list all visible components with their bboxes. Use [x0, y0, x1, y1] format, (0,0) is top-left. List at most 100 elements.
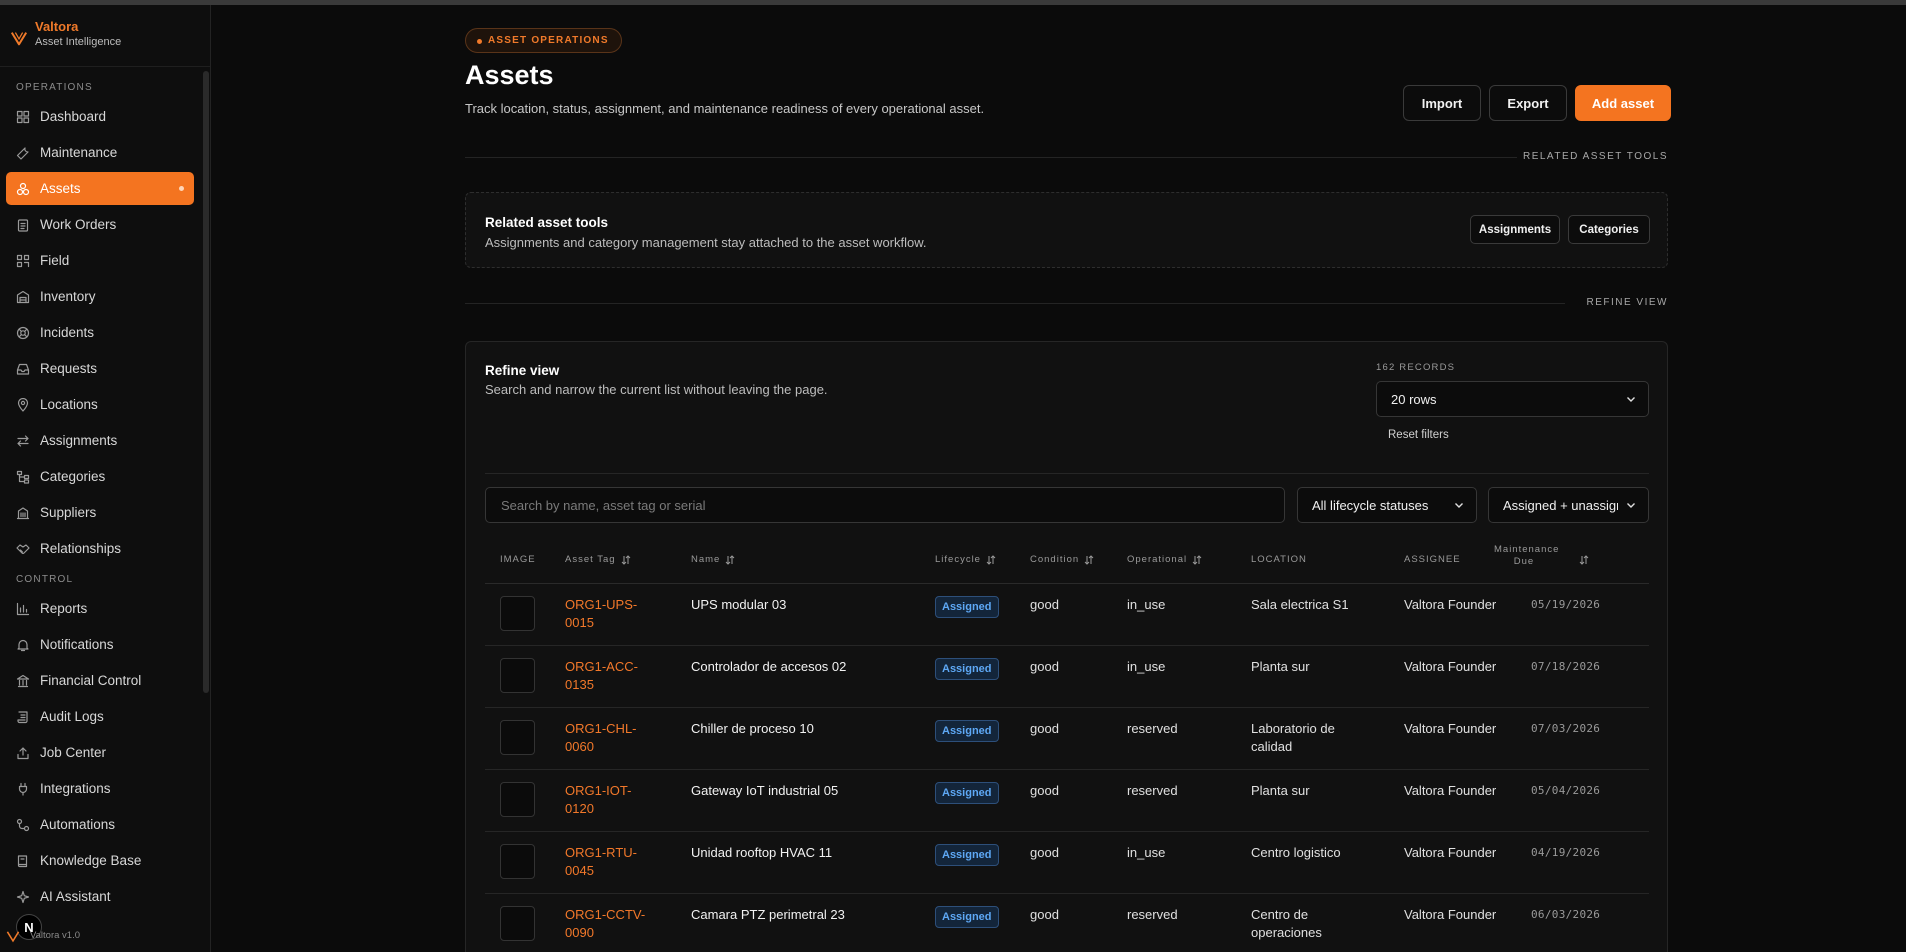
table-row[interactable]: ORG1-CCTV-0090 Camara PTZ perimetral 23 As…	[485, 894, 1649, 952]
sidebar-item-label: Knowledge Base	[40, 853, 142, 868]
column-header-maintenance-due[interactable]: Maintenance Due	[1494, 544, 1558, 568]
categories-button[interactable]: Categories	[1568, 215, 1650, 244]
table-row[interactable]: ORG1-RTU-0045 Unidad rooftop HVAC 11 Assig…	[485, 832, 1649, 894]
sidebar-item-assets[interactable]: Assets	[6, 172, 194, 205]
assignment-filter-select[interactable]: Assigned + unassigned	[1488, 487, 1649, 523]
asset-tag-link[interactable]: ORG1-CHL-0060	[565, 720, 655, 756]
sidebar-item-automations[interactable]: Automations	[6, 808, 194, 841]
search-input[interactable]	[485, 487, 1285, 523]
operational-value: in_use	[1127, 659, 1166, 674]
asset-tag-link[interactable]: ORG1-UPS-0015	[565, 596, 655, 632]
sidebar-item-label: Incidents	[40, 325, 95, 340]
asset-image-placeholder	[500, 782, 535, 817]
sidebar-item-requests[interactable]: Requests	[6, 352, 194, 385]
sidebar-item-categories[interactable]: Categories	[6, 460, 194, 493]
column-header-asset-tag[interactable]: Asset Tag	[565, 554, 631, 565]
sort-icon[interactable]	[986, 554, 996, 565]
maintenance-due-value: 07/03/2026	[1531, 722, 1601, 735]
table-row[interactable]: ORG1-ACC-0135 Controlador de accesos 02 As…	[485, 646, 1649, 708]
asset-tag-link[interactable]: ORG1-CCTV-0090	[565, 906, 655, 942]
lifecycle-badge: Assigned	[935, 720, 999, 742]
export-button[interactable]: Export	[1489, 85, 1567, 121]
column-header-condition[interactable]: Condition	[1030, 554, 1094, 565]
sidebar-item-knowledge-base[interactable]: Knowledge Base	[6, 844, 194, 877]
clipboard-icon	[16, 218, 30, 232]
table-row[interactable]: ORG1-IOT-0120 Gateway IoT industrial 05 As…	[485, 770, 1649, 832]
sidebar-item-incidents[interactable]: Incidents	[6, 316, 194, 349]
lifebuoy-icon	[16, 326, 30, 340]
table-row[interactable]: ORG1-UPS-0015 UPS modular 03 Assigned good i…	[485, 584, 1649, 646]
reset-filters-button[interactable]: Reset filters	[1388, 429, 1449, 441]
sidebar-item-dashboard[interactable]: Dashboard	[6, 100, 194, 133]
column-header-lifecycle[interactable]: Lifecycle	[935, 554, 996, 565]
import-button[interactable]: Import	[1403, 85, 1481, 121]
maintenance-due-value: 05/19/2026	[1531, 598, 1601, 611]
sidebar-item-maintenance[interactable]: Maintenance	[6, 136, 194, 169]
assignee-value: Valtora Founder	[1404, 907, 1497, 922]
operational-value: reserved	[1127, 907, 1178, 922]
condition-value: good	[1030, 845, 1059, 860]
sidebar-item-notifications[interactable]: Notifications	[6, 628, 194, 661]
sidebar-item-locations[interactable]: Locations	[6, 388, 194, 421]
sidebar-item-label: Assets	[40, 181, 81, 196]
sidebar-item-relationships[interactable]: Relationships	[6, 532, 194, 565]
sidebar-item-label: Field	[40, 253, 70, 268]
eyebrow-badge: ASSET OPERATIONS	[465, 28, 622, 53]
sidebar-item-label: AI Assistant	[40, 889, 111, 904]
lifecycle-badge: Assigned	[935, 658, 999, 680]
chevron-down-icon	[1455, 503, 1463, 508]
add-asset-button[interactable]: Add asset	[1575, 85, 1671, 121]
sidebar-item-financial-control[interactable]: Financial Control	[6, 664, 194, 697]
sidebar-item-audit-logs[interactable]: Audit Logs	[6, 700, 194, 733]
sort-icon[interactable]	[1084, 554, 1094, 565]
column-header-label: Asset Tag	[565, 554, 616, 565]
sidebar-item-job-center[interactable]: Job Center	[6, 736, 194, 769]
sidebar-item-work-orders[interactable]: Work Orders	[6, 208, 194, 241]
sidebar-item-suppliers[interactable]: Suppliers	[6, 496, 194, 529]
operational-value: reserved	[1127, 721, 1178, 736]
asset-tag-link[interactable]: ORG1-IOT-0120	[565, 782, 655, 818]
column-header-name[interactable]: Name	[691, 554, 735, 565]
sort-icon[interactable]	[725, 554, 735, 565]
nav-section-label: OPERATIONS	[16, 82, 93, 93]
sidebar-scrollbar[interactable]	[203, 71, 209, 693]
sidebar-item-field[interactable]: Field	[6, 244, 194, 277]
sort-icon[interactable]	[1579, 555, 1589, 565]
operational-value: in_use	[1127, 597, 1166, 612]
sort-icon[interactable]	[1192, 554, 1202, 565]
asset-image-placeholder	[500, 906, 535, 941]
sidebar-item-label: Requests	[40, 361, 98, 376]
lifecycle-badge: Assigned	[935, 596, 999, 618]
bank-icon	[16, 674, 30, 688]
column-header-label: ASSIGNEE	[1404, 554, 1461, 565]
page-subtitle: Track location, status, assignment, and …	[465, 101, 985, 116]
sidebar-item-reports[interactable]: Reports	[6, 592, 194, 625]
assignee-value: Valtora Founder	[1404, 597, 1497, 612]
sort-icon[interactable]	[621, 554, 631, 565]
asset-tag-link[interactable]: ORG1-ACC-0135	[565, 658, 655, 694]
column-header-operational[interactable]: Operational	[1127, 554, 1202, 565]
sidebar-item-inventory[interactable]: Inventory	[6, 280, 194, 313]
sidebar-item-label: Job Center	[40, 745, 107, 760]
sidebar-item-assignments[interactable]: Assignments	[6, 424, 194, 457]
rows-per-page-select[interactable]: 20 rows	[1376, 381, 1649, 417]
window-top-bar	[0, 0, 1906, 5]
sidebar-item-ai-assistant[interactable]: AI Assistant	[6, 880, 194, 913]
brand[interactable]: Valtora Asset Intelligence	[0, 5, 210, 67]
sidebar-item-integrations[interactable]: Integrations	[6, 772, 194, 805]
maintenance-due-value: 05/04/2026	[1531, 784, 1601, 797]
assignment-filter-value: Assigned + unassigned	[1503, 497, 1618, 513]
table-row[interactable]: ORG1-CHL-0060 Chiller de proceso 10 Assign…	[485, 708, 1649, 770]
location-value: Centro logistico	[1251, 845, 1341, 860]
lifecycle-filter-select[interactable]: All lifecycle statuses	[1297, 487, 1477, 523]
qr-icon	[16, 254, 30, 268]
sidebar-item-label: Reports	[40, 601, 88, 616]
column-header-location: LOCATION	[1251, 554, 1307, 565]
sidebar: Valtora Asset Intelligence OPERATIONS Das…	[0, 5, 211, 952]
asset-tag-link[interactable]: ORG1-RTU-0045	[565, 844, 655, 880]
sidebar-item-label: Dashboard	[40, 109, 107, 124]
refine-card: Refine view Search and narrow the curren…	[465, 341, 1668, 952]
assignments-button[interactable]: Assignments	[1470, 215, 1560, 244]
sparkle-icon	[16, 890, 30, 904]
related-tools-card: Related asset tools Assignments and cate…	[465, 192, 1668, 268]
